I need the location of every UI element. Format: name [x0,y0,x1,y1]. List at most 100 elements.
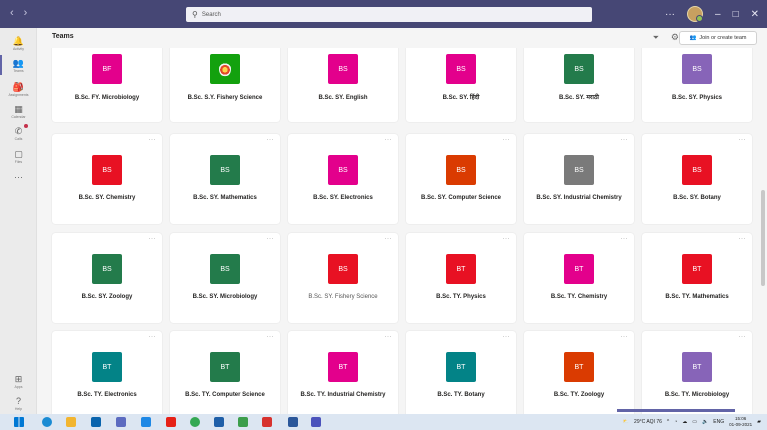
gear-icon[interactable]: ⚙ [671,32,679,43]
team-card[interactable]: ··· BT B.Sc. TY. Electronics [52,331,162,414]
team-card[interactable]: ··· BT B.Sc. TY. Chemistry [524,233,634,323]
forward-arrow-icon[interactable]: › [24,7,28,19]
team-card[interactable]: ··· BT B.Sc. TY. Zoology [524,331,634,414]
team-initials: BS [338,65,348,73]
more-options-icon[interactable]: ··· [621,334,629,340]
wifi-icon[interactable]: ◔ [674,419,677,425]
more-options-icon[interactable]: ··· [503,137,511,143]
notification-dot [24,124,28,128]
rail-item-teams[interactable]: 👥 Teams [0,52,37,78]
taskbar-file-explorer-icon[interactable] [66,417,76,427]
more-options-icon[interactable]: ··· [149,137,157,143]
team-card[interactable]: BS B.Sc. SY. मराठी [524,48,634,122]
search-input[interactable]: ⚲ Search [186,7,592,22]
battery-icon[interactable]: ▭ [692,419,697,425]
close-button[interactable]: ✕ [751,9,759,20]
taskbar-teams-icon[interactable] [311,417,321,427]
search-icon: ⚲ [192,10,198,19]
activity-icon: 🔔 [12,35,25,46]
team-card[interactable]: BS B.Sc. SY. Physics [642,48,752,122]
more-options-icon[interactable]: ··· [267,236,275,242]
team-avatar: BT [446,254,476,284]
more-options-icon[interactable]: ··· [385,137,393,143]
taskbar-windows-start-icon[interactable] [14,417,24,427]
team-card[interactable]: ··· BT B.Sc. TY. Computer Science [170,331,280,414]
taskbar-chat-icon[interactable] [141,417,151,427]
notification-icon[interactable]: ▰ [757,419,761,425]
team-card[interactable]: ··· BS B.Sc. SY. Botany [642,134,752,224]
team-card[interactable]: ··· BS B.Sc. SY. Chemistry [52,134,162,224]
chevron-up-icon[interactable]: ^ [667,419,669,425]
more-options-icon[interactable]: ··· [665,9,675,20]
taskbar-whiteboard-icon[interactable] [116,417,126,427]
more-options-icon[interactable]: ··· [739,137,747,143]
team-card[interactable]: ··· BS B.Sc. SY. Microbiology [170,233,280,323]
taskbar-chrome-icon[interactable] [190,417,200,427]
scrollbar[interactable] [761,190,765,286]
more-options-icon[interactable]: ··· [739,236,747,242]
taskbar-word-icon[interactable] [288,417,298,427]
more-options-icon[interactable]: ··· [503,334,511,340]
maximize-button[interactable]: □ [733,9,739,20]
team-card[interactable]: ··· BS B.Sc. SY. Mathematics [170,134,280,224]
team-initials: BT [692,265,702,273]
team-name: B.Sc. SY. Botany [673,195,721,201]
team-card[interactable]: ··· BT B.Sc. TY. Microbiology [642,331,752,414]
team-name: B.Sc. TY. Industrial Chemistry [300,392,386,398]
clock-date: 01-09-2021 [729,421,753,427]
weather-text[interactable]: 29°C AQI 76 [634,419,662,425]
minimize-button[interactable]: – [715,9,721,20]
team-name: B.Sc. TY. Physics [436,294,486,300]
team-card[interactable]: BS B.Sc. SY. English [288,48,398,122]
team-card[interactable]: ··· BS B.Sc. SY. Computer Science [406,134,516,224]
taskbar-edge-icon[interactable] [42,417,52,427]
teams-icon: 👥 [12,57,25,68]
more-options-icon[interactable]: ··· [503,236,511,242]
rail-item-label: Calendar [11,114,26,119]
team-card[interactable]: ··· BS B.Sc. SY. Electronics [288,134,398,224]
taskbar-photos-icon[interactable] [214,417,224,427]
more-options-icon[interactable]: ··· [739,334,747,340]
join-or-create-team-button[interactable]: 👥 Join or create team [679,31,757,45]
team-card[interactable]: ··· BS B.Sc. SY. Industrial Chemistry [524,134,634,224]
language-indicator[interactable]: ENG [713,419,724,425]
team-avatar: BS [682,54,712,84]
team-initials: BS [574,166,584,174]
team-card[interactable]: BF B.Sc. FY. Microbiology [52,48,162,122]
more-options-icon[interactable]: ··· [149,236,157,242]
avatar[interactable] [687,6,703,22]
team-name: B.Sc. SY. मराठी [559,95,599,101]
more-options-icon[interactable]: ··· [385,236,393,242]
back-arrow-icon[interactable]: ‹ [10,7,14,19]
weather-icon[interactable]: ⛅ [623,419,629,425]
more-options-icon[interactable]: ··· [621,137,629,143]
team-card[interactable]: ··· BT B.Sc. TY. Mathematics [642,233,752,323]
team-avatar [210,54,240,84]
taskbar-acrobat-icon[interactable] [262,417,272,427]
volume-icon[interactable]: 🔈 [702,419,708,425]
team-card[interactable]: BS B.Sc. SY. हिंदी [406,48,516,122]
team-initials: BS [456,65,466,73]
rail-item-more[interactable]: ··· [0,164,37,190]
clock[interactable]: 15:06 01-09-2021 [729,416,752,427]
team-card[interactable]: B.Sc. S.Y. Fishery Science [170,48,280,122]
team-name: B.Sc. SY. Computer Science [420,195,502,201]
team-name: B.Sc. SY. Physics [671,95,723,101]
team-card[interactable]: ··· BS B.Sc. SY. Zoology [52,233,162,323]
cloud-icon[interactable]: ☁ [682,419,687,425]
rail-item-help[interactable]: ? Help [0,390,37,416]
more-options-icon[interactable]: ··· [621,236,629,242]
rail-item-label: Help [14,406,23,411]
team-card[interactable]: ··· BT B.Sc. TY. Industrial Chemistry [288,331,398,414]
more-options-icon[interactable]: ··· [385,334,393,340]
more-options-icon[interactable]: ··· [149,334,157,340]
taskbar-youtube-icon[interactable] [166,417,176,427]
taskbar-mail-icon[interactable] [91,417,101,427]
taskbar-paint-icon[interactable] [238,417,248,427]
team-card[interactable]: ··· BS B.Sc. SY. Fishery Science [288,233,398,323]
more-options-icon[interactable]: ··· [267,137,275,143]
team-card[interactable]: ··· BT B.Sc. TY. Botany [406,331,516,414]
filter-icon[interactable]: ⏷ [653,33,659,43]
more-options-icon[interactable]: ··· [267,334,275,340]
team-card[interactable]: ··· BT B.Sc. TY. Physics [406,233,516,323]
